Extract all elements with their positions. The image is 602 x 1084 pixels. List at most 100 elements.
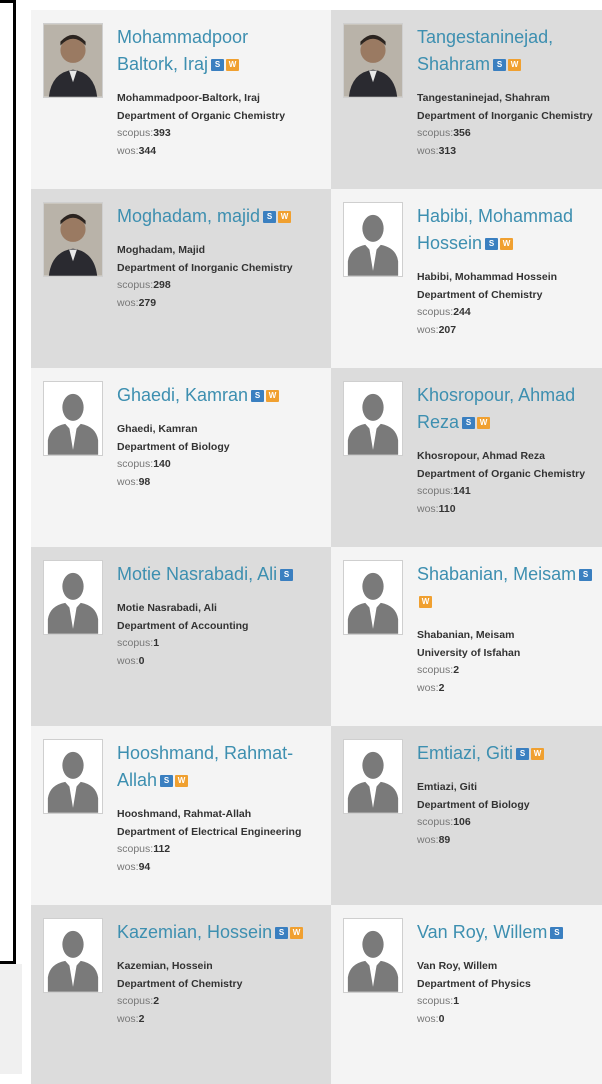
researcher-card: Shabanian, Meisam SW Shabanian, Meisam Univ… <box>331 547 602 726</box>
wos-badge-icon[interactable]: W <box>226 59 240 72</box>
wos-count: wos:110 <box>417 502 456 515</box>
scopus-count: scopus:393 <box>117 127 171 139</box>
researcher-name-link[interactable]: Emtiazi, Giti S W <box>417 740 598 767</box>
scopus-badge-icon[interactable]: S <box>280 569 294 582</box>
researcher-grid: Mohammadpoor Baltork, Iraj S W Mohammadpoor-… <box>31 10 602 1084</box>
researcher-full-name: Hooshmand, Rahmat-Allah <box>117 808 252 820</box>
researcher-avatar[interactable] <box>343 23 403 98</box>
researcher-department: Department of Physics <box>417 977 531 990</box>
wos-count: wos:0 <box>117 654 145 667</box>
researcher-card: Mohammadpoor Baltork, Iraj S W Mohammadpoor-… <box>31 10 331 189</box>
researcher-avatar[interactable] <box>43 381 103 456</box>
researcher-name-link[interactable]: Tangestaninejad, Shahram S W <box>417 24 598 78</box>
researcher-avatar[interactable] <box>343 739 403 814</box>
researcher-name-link[interactable]: Mohammadpoor Baltork, Iraj S W <box>117 24 327 78</box>
scopus-badge-icon[interactable]: S <box>462 417 476 430</box>
researcher-card: Khosropour, Ahmad Reza S W Khosropour, Ahmad… <box>331 368 602 547</box>
researcher-avatar[interactable] <box>43 202 103 277</box>
researcher-avatar[interactable] <box>343 381 403 456</box>
researcher-full-name: Emtiazi, Giti <box>417 781 478 793</box>
wos-badge-icon[interactable]: W <box>508 59 522 72</box>
researcher-department: Department of Accounting <box>117 619 249 632</box>
wos-count: wos:94 <box>117 860 151 873</box>
wos-badge-icon[interactable]: W <box>266 390 280 403</box>
researcher-full-name: Shabanian, Meisam <box>417 629 515 641</box>
wos-count: wos:313 <box>417 144 457 157</box>
scopus-badge-icon[interactable]: S <box>251 390 265 403</box>
researcher-department: Department of Biology <box>117 440 230 453</box>
scopus-count: scopus:356 <box>417 127 471 139</box>
scopus-count: scopus:1 <box>117 637 160 649</box>
researcher-department: Department of Chemistry <box>117 977 243 990</box>
researcher-name-link[interactable]: Khosropour, Ahmad Reza S W <box>417 382 598 436</box>
wos-count: wos:98 <box>117 475 151 488</box>
scopus-count: scopus:112 <box>117 843 171 855</box>
researcher-name-link[interactable]: Moghadam, majid S W <box>117 203 327 230</box>
researcher-avatar[interactable] <box>343 202 403 277</box>
researcher-name-link[interactable]: Hooshmand, Rahmat- Allah S W <box>117 740 327 794</box>
researcher-department: Department of Inorganic Chemistry <box>117 261 293 274</box>
researcher-avatar[interactable] <box>43 739 103 814</box>
researcher-name-link[interactable]: Ghaedi, Kamran S W <box>117 382 327 409</box>
left-sidebar-footer <box>0 964 22 1074</box>
researcher-card: Motie Nasrabadi, Ali S Motie Nasrabadi, Al… <box>31 547 331 726</box>
researcher-avatar[interactable] <box>43 23 103 98</box>
scopus-badge-icon[interactable]: S <box>516 748 530 761</box>
researcher-full-name: Ghaedi, Kamran <box>117 423 198 435</box>
researcher-avatar[interactable] <box>43 560 103 635</box>
scopus-badge-icon[interactable]: S <box>550 927 564 940</box>
scopus-count: scopus:141 <box>417 485 471 497</box>
researcher-department: Department of Electrical Engineering <box>117 825 302 838</box>
wos-badge-icon[interactable]: W <box>477 417 491 430</box>
researcher-avatar[interactable] <box>43 918 103 993</box>
scopus-count: scopus:298 <box>117 279 171 291</box>
wos-count: wos:279 <box>117 296 157 309</box>
researcher-card: Habibi, Mohammad Hossein S W Habibi, Mohamma… <box>331 189 602 368</box>
left-sidebar-panel <box>0 0 16 964</box>
researcher-card: Emtiazi, Giti S W Emtiazi, Giti Department o… <box>331 726 602 905</box>
scopus-badge-icon[interactable]: S <box>263 211 277 224</box>
scopus-badge-icon[interactable]: S <box>485 238 499 251</box>
scopus-count: scopus:140 <box>117 458 171 470</box>
researcher-name-link[interactable]: Kazemian, Hossein S W <box>117 919 327 946</box>
researcher-avatar[interactable] <box>343 560 403 635</box>
researcher-name-link[interactable]: Van Roy, Willem S <box>417 919 598 946</box>
wos-badge-icon[interactable]: W <box>419 596 432 609</box>
researcher-full-name: Motie Nasrabadi, Ali <box>117 602 217 614</box>
researcher-department: Department of Biology <box>417 798 530 811</box>
wos-badge-icon[interactable]: W <box>500 238 514 251</box>
scopus-count: scopus:2 <box>417 664 460 676</box>
researcher-name-link[interactable]: Motie Nasrabadi, Ali S <box>117 561 327 588</box>
researcher-full-name: Mohammadpoor-Baltork, Iraj <box>117 92 260 104</box>
wos-count: wos:0 <box>417 1012 445 1025</box>
researcher-card: Tangestaninejad, Shahram S W Tangestaninejad… <box>331 10 602 189</box>
researcher-full-name: Van Roy, Willem <box>417 960 498 972</box>
scopus-badge-icon[interactable]: S <box>160 775 174 788</box>
scopus-count: scopus:244 <box>417 306 471 318</box>
scopus-badge-icon[interactable]: S <box>493 59 507 72</box>
researcher-department: Department of Organic Chemistry <box>117 109 286 122</box>
wos-badge-icon[interactable]: W <box>290 927 304 940</box>
wos-count: wos:2 <box>417 681 445 694</box>
researcher-department: Department of Inorganic Chemistry <box>417 109 593 122</box>
researcher-department: Department of Chemistry <box>417 288 543 301</box>
researcher-department: University of Isfahan <box>417 646 521 659</box>
wos-badge-icon[interactable]: W <box>531 748 545 761</box>
wos-count: wos:89 <box>417 833 451 846</box>
wos-count: wos:344 <box>117 144 157 157</box>
researcher-name-link[interactable]: Shabanian, Meisam SW <box>417 561 598 615</box>
scopus-badge-icon[interactable]: S <box>211 59 225 72</box>
researcher-department: Department of Organic Chemistry <box>417 467 586 480</box>
researcher-card: Ghaedi, Kamran S W Ghaedi, Kamran Department… <box>31 368 331 547</box>
wos-count: wos:207 <box>417 323 457 336</box>
scopus-badge-icon[interactable]: S <box>579 569 593 582</box>
scopus-count: scopus:106 <box>417 816 471 828</box>
wos-badge-icon[interactable]: W <box>175 775 189 788</box>
researcher-name-link[interactable]: Habibi, Mohammad Hossein S W <box>417 203 598 257</box>
researcher-card: Moghadam, majid S W Moghadam, Majid Departme… <box>31 189 331 368</box>
researcher-avatar[interactable] <box>343 918 403 993</box>
researcher-full-name: Khosropour, Ahmad Reza <box>417 450 545 462</box>
scopus-badge-icon[interactable]: S <box>275 927 289 940</box>
researcher-full-name: Kazemian, Hossein <box>117 960 213 972</box>
wos-badge-icon[interactable]: W <box>278 211 292 224</box>
